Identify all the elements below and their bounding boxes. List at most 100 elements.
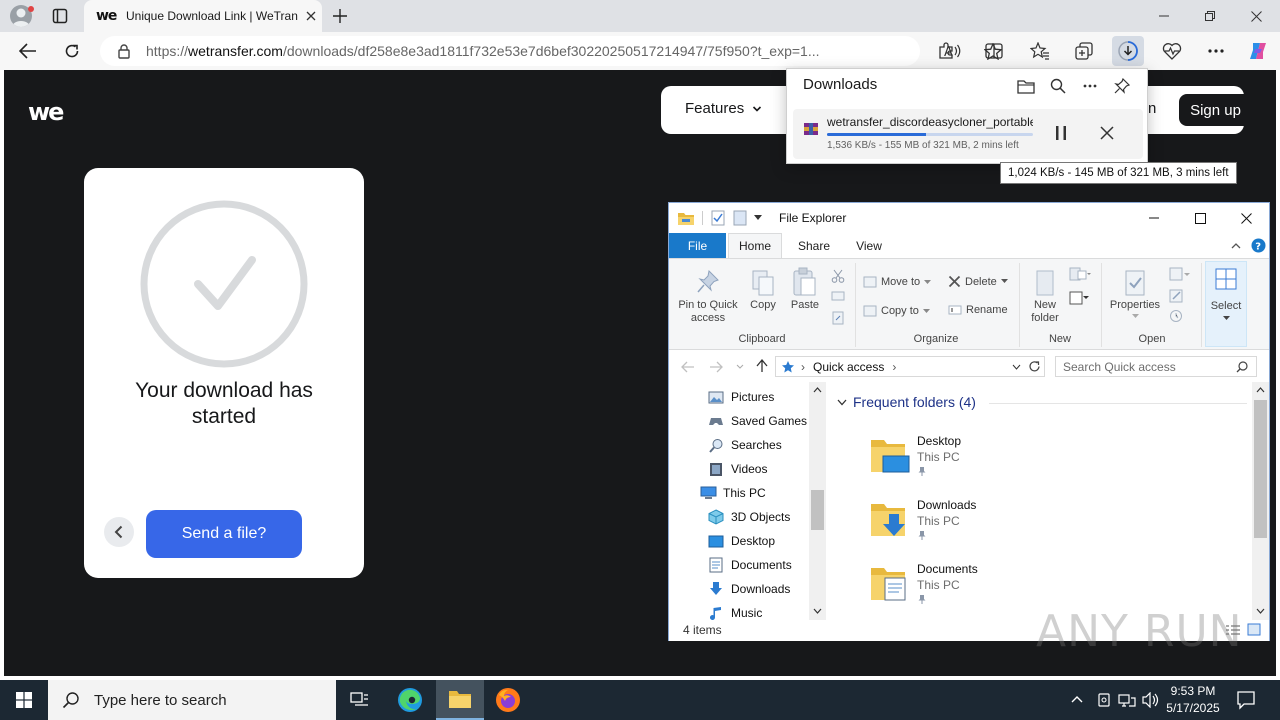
browser-restore-button[interactable] (1187, 0, 1233, 32)
notifications-icon[interactable] (1236, 690, 1256, 710)
browser-minimize-button[interactable] (1141, 0, 1187, 32)
settings-more-button[interactable] (1200, 36, 1232, 66)
nav-item-3d-objects[interactable]: 3D Objects (707, 506, 790, 528)
device-icon[interactable] (1096, 692, 1112, 708)
large-icons-view-icon[interactable] (1247, 623, 1261, 636)
wetransfer-logo[interactable]: we (28, 98, 64, 126)
nav-item-this-pc[interactable]: This PC (699, 482, 766, 504)
edit-icon[interactable] (1169, 289, 1185, 303)
nav-features-menu[interactable]: Features (685, 100, 762, 117)
url-text[interactable]: https://wetransfer.com/downloads/df258e8… (146, 43, 826, 59)
browser-close-button[interactable] (1233, 0, 1279, 32)
browser-essentials-button[interactable] (1156, 36, 1188, 66)
copilot-button[interactable] (1242, 36, 1274, 66)
refresh-icon[interactable] (1028, 360, 1041, 373)
delete-button[interactable]: Delete (948, 275, 1008, 288)
nav-item-saved-games[interactable]: Saved Games (707, 410, 807, 432)
sign-up-button[interactable]: Sign up (1179, 94, 1252, 126)
nav-pane-scrollbar[interactable] (809, 382, 826, 620)
nav-item-searches[interactable]: Searches (707, 434, 782, 456)
downloads-more-button[interactable] (1077, 73, 1103, 99)
address-bar[interactable]: https://wetransfer.com/downloads/df258e8… (100, 36, 1002, 66)
nav-scroll-thumb[interactable] (811, 490, 824, 530)
send-file-button[interactable]: Send a file? (146, 510, 302, 558)
tab-home[interactable]: Home (728, 233, 782, 258)
extensions-button[interactable] (930, 36, 962, 66)
search-downloads-button[interactable] (1045, 73, 1071, 99)
easy-access-icon[interactable] (1069, 289, 1091, 305)
open-downloads-folder-button[interactable] (1013, 73, 1039, 99)
taskbar-edge-button[interactable] (386, 680, 434, 720)
collections-button[interactable] (1068, 36, 1100, 66)
explorer-maximize-button[interactable] (1177, 203, 1223, 233)
favorites-button[interactable] (1024, 36, 1056, 66)
lock-icon[interactable] (116, 43, 132, 59)
paste-button[interactable]: Paste (787, 267, 823, 312)
new-folder-button[interactable]: New folder (1025, 269, 1065, 325)
customize-qa-chevron-icon[interactable] (754, 215, 762, 221)
properties-quick-icon[interactable] (711, 210, 725, 226)
nav-item-pictures[interactable]: Pictures (707, 386, 774, 408)
nav-up-icon[interactable] (756, 359, 768, 373)
move-to-button[interactable]: Move to (863, 275, 932, 289)
scroll-up-icon[interactable] (1256, 387, 1265, 393)
pause-download-button[interactable] (1049, 121, 1073, 145)
tab-close-button[interactable] (302, 7, 320, 25)
copy-path-icon[interactable] (831, 291, 845, 301)
copy-to-button[interactable]: Copy to (863, 304, 930, 318)
start-button[interactable] (0, 680, 48, 720)
card-back-button[interactable] (104, 517, 134, 547)
folder-tile-desktop[interactable]: Desktop This PC (869, 430, 1069, 486)
help-icon[interactable]: ? (1251, 238, 1266, 253)
scroll-down-icon[interactable] (813, 608, 822, 614)
nav-item-downloads[interactable]: Downloads (707, 578, 790, 600)
nav-item-videos[interactable]: Videos (707, 458, 767, 480)
folder-tile-downloads[interactable]: Downloads This PC (869, 494, 1069, 550)
refresh-button[interactable] (56, 36, 88, 66)
taskbar-file-explorer-button[interactable] (436, 680, 484, 720)
explorer-path-box[interactable]: › Quick access › (775, 356, 1045, 377)
select-button[interactable]: Select (1205, 261, 1247, 347)
taskbar-clock[interactable]: 9:53 PM 5/17/2025 (1158, 683, 1228, 717)
tab-actions-button[interactable] (42, 0, 78, 32)
nav-back-icon[interactable] (681, 361, 695, 373)
paste-shortcut-icon[interactable] (831, 311, 845, 325)
show-hidden-icons-icon[interactable] (1071, 695, 1083, 703)
explorer-search-box[interactable]: Search Quick access (1055, 356, 1257, 377)
new-item-icon[interactable] (1069, 267, 1091, 281)
network-icon[interactable] (1118, 692, 1136, 708)
open-icon[interactable] (1169, 267, 1191, 281)
frequent-folders-header[interactable]: Frequent folders (4) (837, 394, 976, 410)
tab-view[interactable]: View (845, 233, 893, 258)
taskbar-firefox-button[interactable] (484, 680, 532, 720)
pin-to-quick-access-button[interactable]: Pin to Quick access (675, 269, 741, 325)
download-item[interactable]: wetransfer_discordeasycloner_portable_..… (793, 109, 1143, 159)
content-scrollbar[interactable] (1252, 382, 1269, 620)
explorer-minimize-button[interactable] (1131, 203, 1177, 233)
task-view-button[interactable] (336, 680, 384, 720)
rename-button[interactable]: Rename (948, 304, 1008, 316)
nav-item-documents[interactable]: Documents (707, 554, 792, 576)
tab-share[interactable]: Share (789, 233, 839, 258)
nav-forward-icon[interactable] (709, 361, 723, 373)
new-tab-button[interactable] (322, 0, 358, 32)
properties-button[interactable]: Properties (1105, 269, 1165, 319)
copy-button[interactable]: Copy (745, 269, 781, 312)
scroll-down-icon[interactable] (1256, 608, 1265, 614)
cut-icon[interactable] (831, 269, 845, 283)
cancel-download-button[interactable] (1095, 121, 1119, 145)
back-button[interactable] (12, 36, 44, 66)
downloads-button[interactable] (1112, 36, 1144, 66)
browser-tab[interactable]: we Unique Download Link | WeTransfer (84, 0, 322, 32)
history-icon[interactable] (1169, 309, 1185, 323)
nav-item-desktop[interactable]: Desktop (707, 530, 775, 552)
nav-login-link[interactable]: n (1148, 100, 1156, 117)
explorer-close-button[interactable] (1223, 203, 1269, 233)
new-folder-quick-icon[interactable] (733, 210, 747, 226)
path-dropdown-icon[interactable] (1012, 364, 1021, 370)
scroll-up-icon[interactable] (813, 387, 822, 393)
content-scroll-thumb[interactable] (1254, 400, 1267, 538)
recent-locations-icon[interactable] (736, 364, 744, 369)
split-screen-button[interactable] (978, 36, 1010, 66)
collapse-ribbon-icon[interactable] (1231, 242, 1241, 249)
